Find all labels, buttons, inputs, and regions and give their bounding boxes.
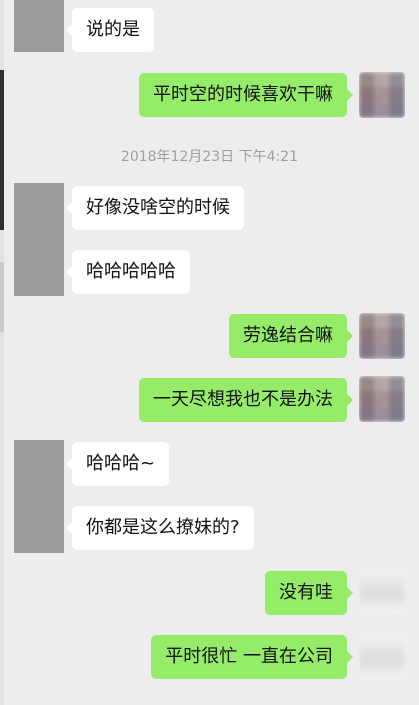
my-avatar[interactable] (359, 569, 405, 615)
contact-avatar[interactable] (14, 0, 64, 52)
message-bubble-incoming[interactable]: 哈哈哈~ (65, 442, 170, 486)
message-bubble-outgoing[interactable]: 一天尽想我也不是办法 (139, 378, 353, 422)
my-avatar[interactable] (359, 376, 405, 422)
message-bubble-outgoing[interactable]: 劳逸结合嘛 (229, 314, 353, 358)
my-avatar[interactable] (359, 313, 405, 359)
message-bubble-outgoing[interactable]: 平时很忙 一直在公司 (151, 635, 353, 679)
contact-avatar[interactable] (14, 440, 64, 553)
left-edge-gray-strip (0, 262, 4, 332)
message-bubble-outgoing[interactable]: 没有哇 (265, 571, 353, 615)
message-bubble-incoming[interactable]: 好像没啥空的时候 (66, 186, 244, 230)
my-avatar[interactable] (359, 634, 405, 680)
contact-avatar[interactable] (14, 183, 64, 296)
message-bubble-incoming[interactable]: 哈哈哈哈哈 (66, 250, 190, 294)
message-bubble-incoming[interactable]: 你都是这么撩妹的? (66, 506, 254, 550)
message-bubble-outgoing[interactable]: 平时空的时候喜欢干嘛 (139, 73, 353, 117)
my-avatar[interactable] (359, 72, 405, 118)
chat-timestamp: 2018年12月23日 下午4:21 (120, 149, 299, 165)
message-bubble-incoming[interactable]: 说的是 (66, 8, 154, 52)
